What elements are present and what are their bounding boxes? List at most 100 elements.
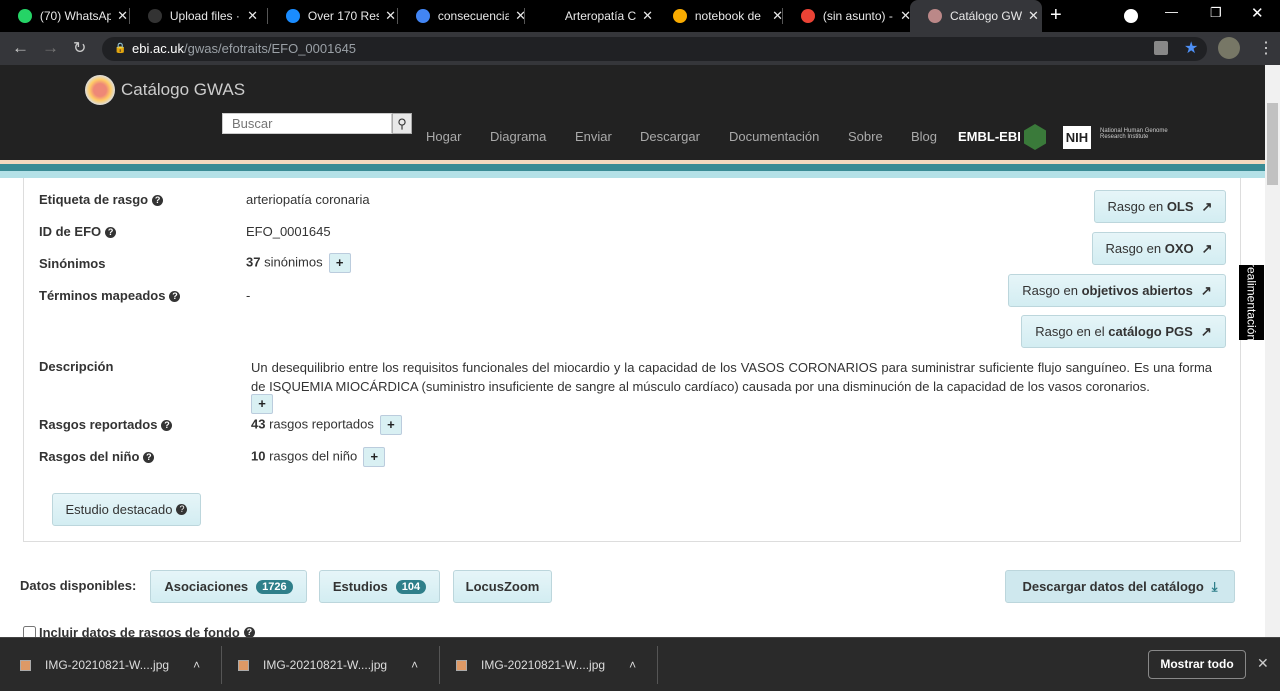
gwas-logo-icon[interactable] [85, 75, 115, 105]
nih-logo[interactable]: NIH [1063, 126, 1091, 149]
stripe [0, 164, 1265, 171]
available-data-label: Datos disponibles: [20, 578, 137, 593]
nav-diagrama[interactable]: Diagrama [490, 129, 546, 144]
downloads-bar: IMG-20210821-W....jpg ˄ IMG-20210821-W...… [0, 637, 1280, 691]
associations-button[interactable]: Asociaciones 1726 [150, 570, 307, 603]
close-tab-icon[interactable]: ✕ [642, 8, 653, 24]
translate-icon[interactable] [1154, 41, 1168, 55]
reported-traits-value: 43 rasgos reportados + [251, 415, 402, 435]
new-tab-button[interactable]: + [1050, 4, 1062, 27]
image-file-icon [20, 659, 31, 671]
close-tab-icon[interactable]: ✕ [247, 8, 258, 24]
tab-search-icon[interactable] [1124, 9, 1138, 23]
browser-tab[interactable]: notebook de ✕ [655, 0, 783, 32]
nav-enviar[interactable]: Enviar [575, 129, 612, 144]
bookmark-star-icon[interactable]: ★ [1184, 38, 1198, 58]
download-item[interactable]: IMG-20210821-W....jpg ˄ [20, 638, 200, 692]
efo-id-heading: ID de EFO? [39, 224, 117, 239]
search-icon[interactable]: ⚲ [392, 113, 412, 134]
colab-icon [673, 9, 687, 23]
close-tab-icon[interactable]: ✕ [385, 8, 396, 24]
nav-descargar[interactable]: Descargar [640, 129, 700, 144]
external-link-icon: ↗ [1201, 198, 1213, 214]
browser-tab[interactable]: (70) WhatsApp ✕ [0, 0, 128, 32]
tab-title: (sin asunto) - [822, 9, 893, 23]
menu-icon[interactable]: ⋮ [1258, 38, 1274, 58]
blank-favicon-icon [543, 9, 557, 23]
profile-avatar[interactable] [1218, 37, 1240, 59]
help-icon: ? [176, 504, 188, 515]
url-input[interactable]: 🔒 ebi.ac.uk/gwas/efotraits/EFO_0001645 [102, 37, 1207, 61]
synonyms-heading: Sinónimos [39, 256, 106, 271]
external-link-icon: ↗ [1200, 323, 1212, 339]
download-catalog-button[interactable]: Descargar datos del catálogo ⤓ [1005, 570, 1235, 603]
pgs-catalog-link-button[interactable]: Rasgo en el catálogo PGS ↗ [1021, 315, 1226, 348]
show-all-downloads-button[interactable]: Mostrar todo [1148, 650, 1246, 679]
back-icon[interactable]: ← [12, 38, 29, 58]
close-tab-icon[interactable]: ✕ [117, 8, 128, 24]
featured-study-button[interactable]: Estudio destacado? [52, 493, 201, 526]
tab-title: Over 170 Resp [307, 9, 380, 23]
browser-tab[interactable]: consecuencias✕ [398, 0, 526, 32]
search-input[interactable] [222, 113, 392, 134]
chevron-up-icon[interactable]: ˄ [629, 658, 636, 672]
studies-count-badge: 104 [395, 579, 427, 594]
nav-sobre[interactable]: Sobre [848, 129, 883, 144]
trait-label-value: arteriopatía coronaria [246, 192, 370, 207]
browser-tab[interactable]: Over 170 Resp ✕ [268, 0, 396, 32]
close-downloads-icon[interactable]: ✕ [1257, 655, 1269, 672]
description-heading: Descripción [39, 359, 114, 374]
browser-tab[interactable]: Upload files · ✕ [130, 0, 258, 32]
whatsapp-icon [18, 9, 32, 23]
external-link-icon: ↗ [1201, 240, 1213, 256]
nav-hogar[interactable]: Hogar [426, 129, 461, 144]
lock-icon: 🔒 [114, 43, 127, 54]
browser-tab[interactable]: Catálogo GWA ✕ [910, 0, 1042, 32]
scrollbar-thumb[interactable] [1267, 103, 1278, 185]
help-icon[interactable]: ? [152, 195, 164, 206]
mapped-terms-value: - [246, 288, 251, 303]
reload-icon[interactable]: ↻ [73, 38, 86, 58]
site-logo-text[interactable]: Catálogo GWAS [121, 80, 245, 100]
chevron-up-icon[interactable]: ˄ [193, 658, 200, 672]
reported-traits-heading: Rasgos reportados? [39, 417, 173, 432]
gmail-icon [801, 9, 815, 23]
description-text: Un desequilibrio entre los requisitos fu… [251, 360, 1212, 394]
close-window-button[interactable]: ✕ [1251, 4, 1264, 22]
download-item[interactable]: IMG-20210821-W....jpg ˄ [238, 638, 418, 692]
minimize-button[interactable]: — [1165, 4, 1178, 19]
oxo-link-button[interactable]: Rasgo en OXO ↗ [1092, 232, 1226, 265]
close-tab-icon[interactable]: ✕ [1028, 8, 1039, 24]
f-icon [286, 9, 300, 23]
expand-reported-button[interactable]: + [379, 415, 402, 435]
ols-link-button[interactable]: Rasgo en OLS ↗ [1094, 190, 1226, 223]
help-icon[interactable]: ? [161, 420, 173, 431]
studies-button[interactable]: Estudios 104 [319, 570, 440, 603]
help-icon[interactable]: ? [169, 291, 181, 302]
feedback-tab[interactable]: realimentación [1239, 263, 1264, 342]
nav-blog[interactable]: Blog [911, 129, 937, 144]
nav-documentacion[interactable]: Documentación [729, 129, 819, 144]
help-icon[interactable]: ? [105, 227, 117, 238]
tab-title: (70) WhatsApp [39, 9, 112, 23]
trait-label-heading: Etiqueta de rasgo? [39, 192, 164, 207]
forward-icon[interactable]: → [42, 38, 59, 58]
help-icon[interactable]: ? [143, 452, 155, 463]
expand-description-button[interactable]: + [251, 394, 273, 414]
download-item[interactable]: IMG-20210821-W....jpg ˄ [456, 638, 636, 692]
gwas-icon [928, 9, 942, 23]
embl-ebi-logo[interactable]: EMBL-EBI [958, 129, 1021, 144]
locuszoom-button[interactable]: LocusZoom [453, 570, 552, 603]
associations-count-badge: 1726 [256, 579, 293, 594]
expand-synonyms-button[interactable]: + [328, 253, 351, 273]
synonyms-value: 37 sinónimos + [246, 253, 351, 273]
chevron-up-icon[interactable]: ˄ [411, 658, 418, 672]
efo-id-value: EFO_0001645 [246, 224, 331, 239]
restore-button[interactable]: ❐ [1210, 5, 1222, 21]
expand-child-button[interactable]: + [363, 447, 386, 467]
browser-tab[interactable]: (sin asunto) - ✕ [783, 0, 911, 32]
tab-title: Arteropatía C [564, 9, 637, 23]
open-targets-link-button[interactable]: Rasgo en objetivos abiertos ↗ [1008, 274, 1226, 307]
github-icon [148, 9, 162, 23]
browser-tab[interactable]: Arteropatía C ✕ [525, 0, 653, 32]
